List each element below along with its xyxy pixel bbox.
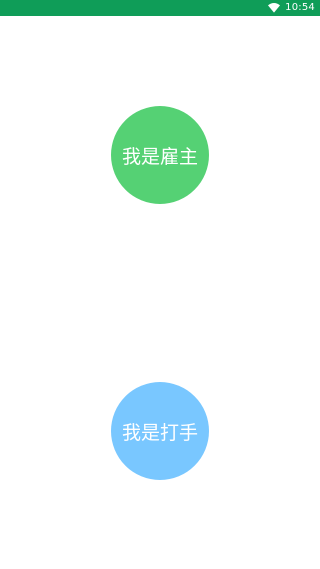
screen: 10:54 我是雇主 我是打手 (0, 0, 320, 569)
status-bar: 10:54 (0, 0, 320, 16)
wifi-icon (268, 3, 281, 13)
fighter-button[interactable]: 我是打手 (111, 382, 209, 480)
status-time: 10:54 (285, 2, 315, 13)
employer-button[interactable]: 我是雇主 (111, 106, 209, 204)
